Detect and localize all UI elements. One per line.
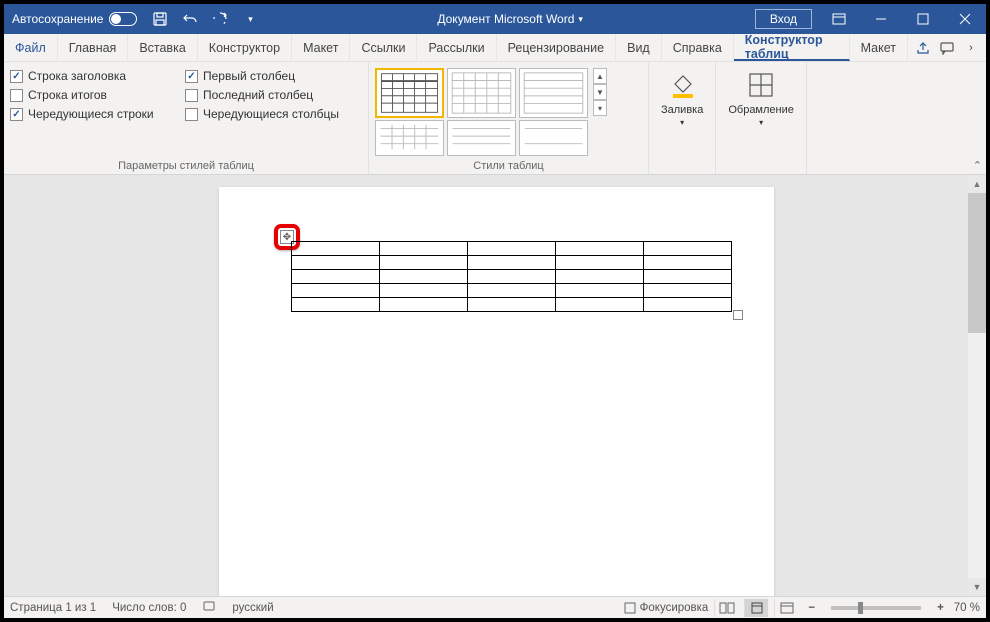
ribbon: Строка заголовка Строка итогов Чередующи… <box>4 62 986 175</box>
table-row[interactable] <box>292 256 732 270</box>
check-first-col[interactable]: Первый столбец <box>185 69 339 83</box>
vertical-scrollbar[interactable]: ▲ ▼ <box>968 175 986 596</box>
chevron-down-icon: ▾ <box>680 118 684 127</box>
table-style-thumb[interactable] <box>519 68 588 118</box>
document-area: ✥ ▲ ▼ <box>4 175 986 596</box>
tab-help[interactable]: Справка <box>662 34 734 61</box>
gallery-down-icon[interactable]: ▼ <box>593 84 607 100</box>
tabs-scroll-icon[interactable]: › <box>960 37 982 59</box>
ribbon-display-icon[interactable] <box>818 4 860 34</box>
tab-design[interactable]: Конструктор <box>198 34 292 61</box>
tab-home[interactable]: Главная <box>58 34 129 61</box>
focus-mode-icon[interactable]: Фокусировка <box>624 602 709 614</box>
table-row[interactable] <box>292 242 732 256</box>
scroll-down-icon[interactable]: ▼ <box>968 578 986 596</box>
tab-insert[interactable]: Вставка <box>128 34 197 61</box>
qat-dropdown-icon[interactable]: ▾ <box>235 4 265 34</box>
quick-access-toolbar: ▾ <box>145 4 265 34</box>
bucket-icon <box>665 68 699 102</box>
tab-file[interactable]: Файл <box>4 34 58 61</box>
title-bar: Автосохранение ▾ Документ Microsoft Word… <box>4 4 986 34</box>
autosave-toggle[interactable] <box>109 12 137 26</box>
zoom-value[interactable]: 70 % <box>954 602 980 614</box>
redo-icon[interactable] <box>205 4 235 34</box>
zoom-in-icon[interactable]: + <box>933 602 948 614</box>
table-row[interactable] <box>292 298 732 312</box>
group-table-styles: ▲ ▼ ▾ Стили таблиц <box>369 62 649 174</box>
tab-layout[interactable]: Макет <box>292 34 350 61</box>
document-page[interactable]: ✥ <box>219 187 774 596</box>
chevron-down-icon: ▾ <box>759 118 763 127</box>
borders-button[interactable]: Обрамление ▾ <box>722 66 800 172</box>
minimize-icon[interactable] <box>860 4 902 34</box>
zoom-slider[interactable] <box>831 606 921 610</box>
close-icon[interactable] <box>944 4 986 34</box>
status-bar: Страница 1 из 1 Число слов: 0 русский Фо… <box>4 596 986 618</box>
table-style-thumb[interactable] <box>519 120 588 156</box>
table-style-thumb[interactable] <box>375 68 444 118</box>
borders-icon <box>744 68 778 102</box>
table-row[interactable] <box>292 270 732 284</box>
word-count[interactable]: Число слов: 0 <box>112 602 186 614</box>
table-style-thumb[interactable] <box>447 68 516 118</box>
autosave-area: Автосохранение <box>4 12 145 26</box>
web-layout-icon[interactable] <box>774 599 798 617</box>
check-banded-rows[interactable]: Чередующиеся строки <box>10 107 185 121</box>
autosave-label: Автосохранение <box>12 12 103 26</box>
comments-icon[interactable] <box>936 37 958 59</box>
page-info[interactable]: Страница 1 из 1 <box>10 602 96 614</box>
language[interactable]: русский <box>232 602 273 614</box>
scrollbar-thumb[interactable] <box>968 193 986 333</box>
maximize-icon[interactable] <box>902 4 944 34</box>
group-label: Стили таблиц <box>375 159 642 172</box>
checkbox-icon <box>185 108 198 121</box>
document-title-area: Документ Microsoft Word ▾ <box>265 12 754 26</box>
group-label: Параметры стилей таблиц <box>10 159 362 172</box>
tab-references[interactable]: Ссылки <box>350 34 417 61</box>
share-icon[interactable] <box>912 37 934 59</box>
group-shading: Заливка ▾ <box>649 62 716 174</box>
checkbox-icon <box>10 89 23 102</box>
table-row[interactable] <box>292 284 732 298</box>
zoom-out-icon[interactable]: − <box>804 602 819 614</box>
checkbox-icon <box>185 70 198 83</box>
document-title: Документ Microsoft Word <box>437 12 574 26</box>
tab-review[interactable]: Рецензирование <box>497 34 617 61</box>
check-header-row[interactable]: Строка заголовка <box>10 69 185 83</box>
login-button[interactable]: Вход <box>755 9 812 29</box>
gallery-scroll-controls: ▲ ▼ ▾ <box>593 68 607 116</box>
ribbon-tabs: Файл Главная Вставка Конструктор Макет С… <box>4 34 986 62</box>
tab-table-layout[interactable]: Макет <box>850 34 908 61</box>
scroll-up-icon[interactable]: ▲ <box>968 175 986 193</box>
check-banded-cols[interactable]: Чередующиеся столбцы <box>185 107 339 121</box>
checkbox-icon <box>10 108 23 121</box>
gallery-up-icon[interactable]: ▲ <box>593 68 607 84</box>
undo-icon[interactable] <box>175 4 205 34</box>
save-icon[interactable] <box>145 4 175 34</box>
ribbon-collapse-icon[interactable]: ⌃ <box>973 159 982 172</box>
table-styles-gallery[interactable]: ▲ ▼ ▾ <box>375 66 642 118</box>
title-dropdown-icon[interactable]: ▾ <box>578 14 583 25</box>
check-last-col[interactable]: Последний столбец <box>185 88 339 102</box>
group-table-style-options: Строка заголовка Строка итогов Чередующи… <box>4 62 369 174</box>
table-style-thumb[interactable] <box>447 120 516 156</box>
document-table[interactable] <box>291 241 732 312</box>
tab-mailings[interactable]: Рассылки <box>417 34 496 61</box>
tab-table-design[interactable]: Конструктор таблиц <box>734 34 850 61</box>
tab-view[interactable]: Вид <box>616 34 662 61</box>
group-borders: Обрамление ▾ <box>716 62 807 174</box>
print-layout-icon[interactable] <box>744 599 768 617</box>
read-mode-icon[interactable] <box>714 599 738 617</box>
checkbox-icon <box>10 70 23 83</box>
check-total-row[interactable]: Строка итогов <box>10 88 185 102</box>
table-resize-handle[interactable] <box>733 310 743 320</box>
gallery-more-icon[interactable]: ▾ <box>593 100 607 116</box>
table-style-thumb[interactable] <box>375 120 444 156</box>
shading-button[interactable]: Заливка ▾ <box>655 66 709 172</box>
checkbox-icon <box>185 89 198 102</box>
spellcheck-icon[interactable] <box>202 599 216 616</box>
